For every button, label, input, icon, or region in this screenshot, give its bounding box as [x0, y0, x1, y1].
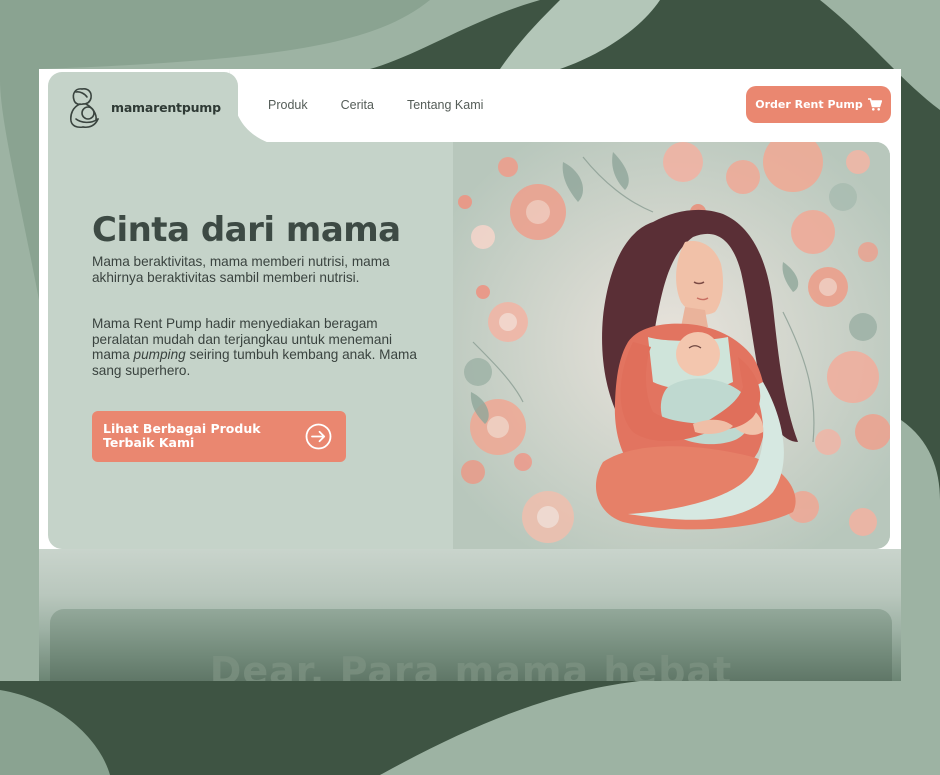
order-rent-pump-button[interactable]: Order Rent Pump [746, 86, 891, 123]
order-button-label: Order Rent Pump [755, 98, 863, 111]
nav-item-cerita[interactable]: Cerita [341, 98, 374, 112]
hero-panel: Cinta dari mama Mama beraktivitas, mama … [48, 142, 890, 549]
hero-paragraph-2: Mama Rent Pump hadir menyediakan beragam… [92, 316, 417, 378]
tab-curve [229, 69, 269, 145]
next-section-card: Dear, Para mama hebat [50, 609, 892, 681]
brand-name: mamarentpump [111, 99, 221, 115]
cta-label: Lihat Berbagai Produk Terbaik Kami [103, 421, 261, 450]
arrow-right-circle-icon [305, 423, 332, 450]
website-screenshot: Dear, Para mama hebat mamarentpump Produ… [39, 69, 901, 681]
nav-item-produk[interactable]: Produk [268, 98, 308, 112]
mother-baby-logo-icon [70, 88, 99, 129]
nav-item-tentang-kami[interactable]: Tentang Kami [407, 98, 483, 112]
cart-icon [867, 98, 882, 111]
emphasis-pumping: pumping [133, 347, 186, 362]
next-section-title: Dear, Para mama hebat [209, 649, 733, 681]
mother-holding-baby-illustration [453, 142, 890, 549]
brand-logo[interactable]: mamarentpump [67, 83, 221, 131]
hero-paragraph-1: Mama beraktivitas, mama memberi nutrisi,… [92, 254, 390, 285]
view-products-button[interactable]: Lihat Berbagai Produk Terbaik Kami [92, 411, 346, 462]
hero-title: Cinta dari mama [92, 210, 401, 250]
main-nav: Produk Cerita Tentang Kami [268, 98, 516, 112]
